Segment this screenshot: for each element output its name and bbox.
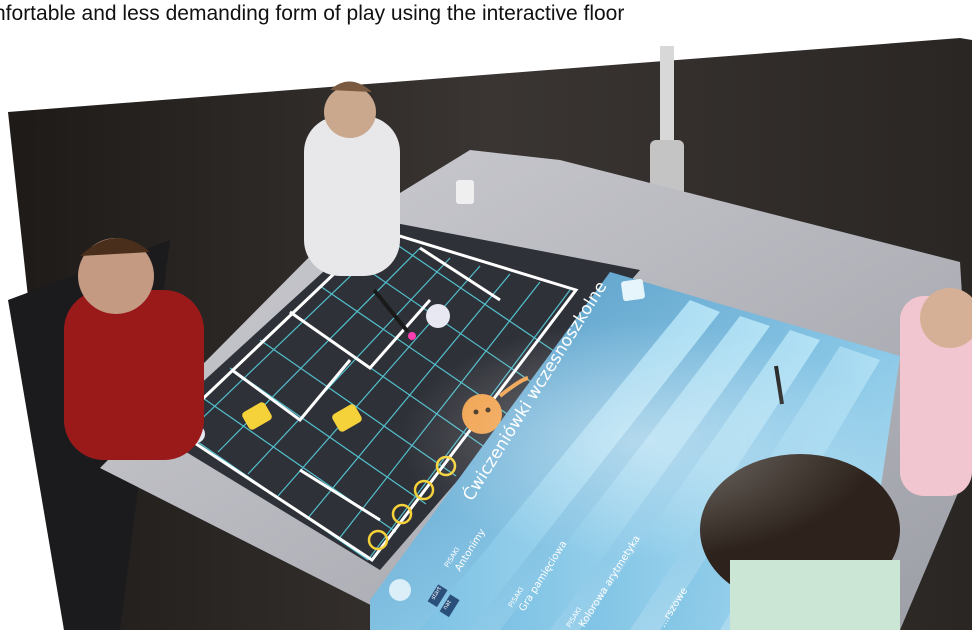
close-button [621, 278, 645, 302]
home-icon [389, 579, 411, 601]
mouse-token [426, 304, 450, 328]
child-right [900, 288, 972, 496]
paper-cup [456, 180, 474, 204]
photo: Ćwiczeniówki wczesnoszkolne PISAKI Anton… [8, 38, 972, 630]
